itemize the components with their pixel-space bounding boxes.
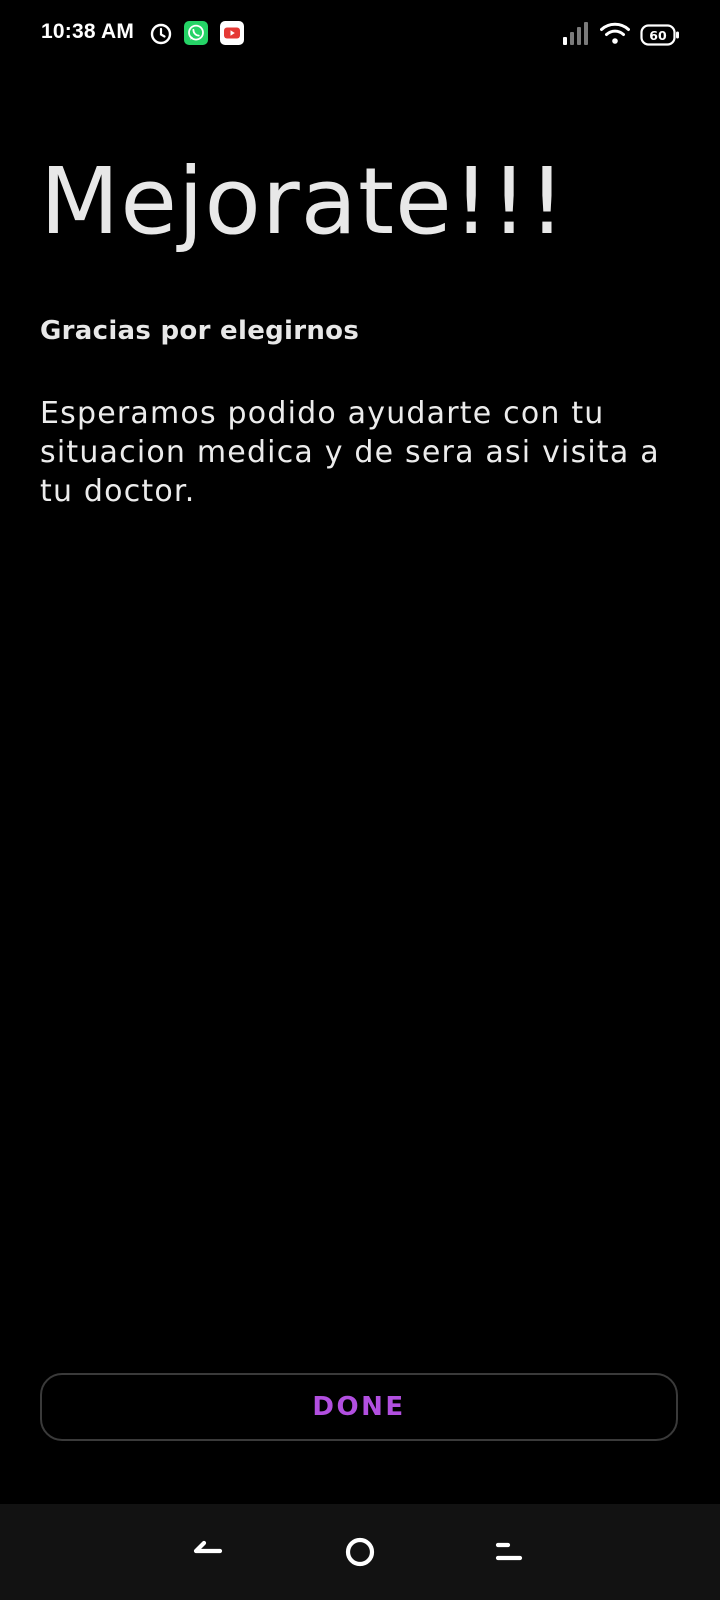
done-button-label: DONE [312,1392,406,1422]
done-button[interactable]: DONE [40,1373,678,1441]
battery-level: 60 [649,28,667,43]
youtube-icon [220,21,244,45]
recents-icon[interactable] [490,1532,530,1572]
body-text: Esperamos podido ayudarte con tu situaci… [40,396,660,509]
whatsapp-icon [184,21,208,45]
subtitle: Gracias por elegirnos [40,316,360,346]
battery-icon: 60 [640,24,679,46]
status-bar: 10:38 AM 60 [0,0,720,70]
back-icon[interactable] [190,1532,230,1572]
status-time: 10:38 AM [41,20,135,43]
page-title: Mejorate!!! [40,148,567,255]
wifi-icon [600,22,630,44]
clock-icon [150,23,172,45]
home-icon[interactable] [340,1532,380,1572]
signal-icon [563,22,588,45]
navigation-bar [0,1504,720,1600]
